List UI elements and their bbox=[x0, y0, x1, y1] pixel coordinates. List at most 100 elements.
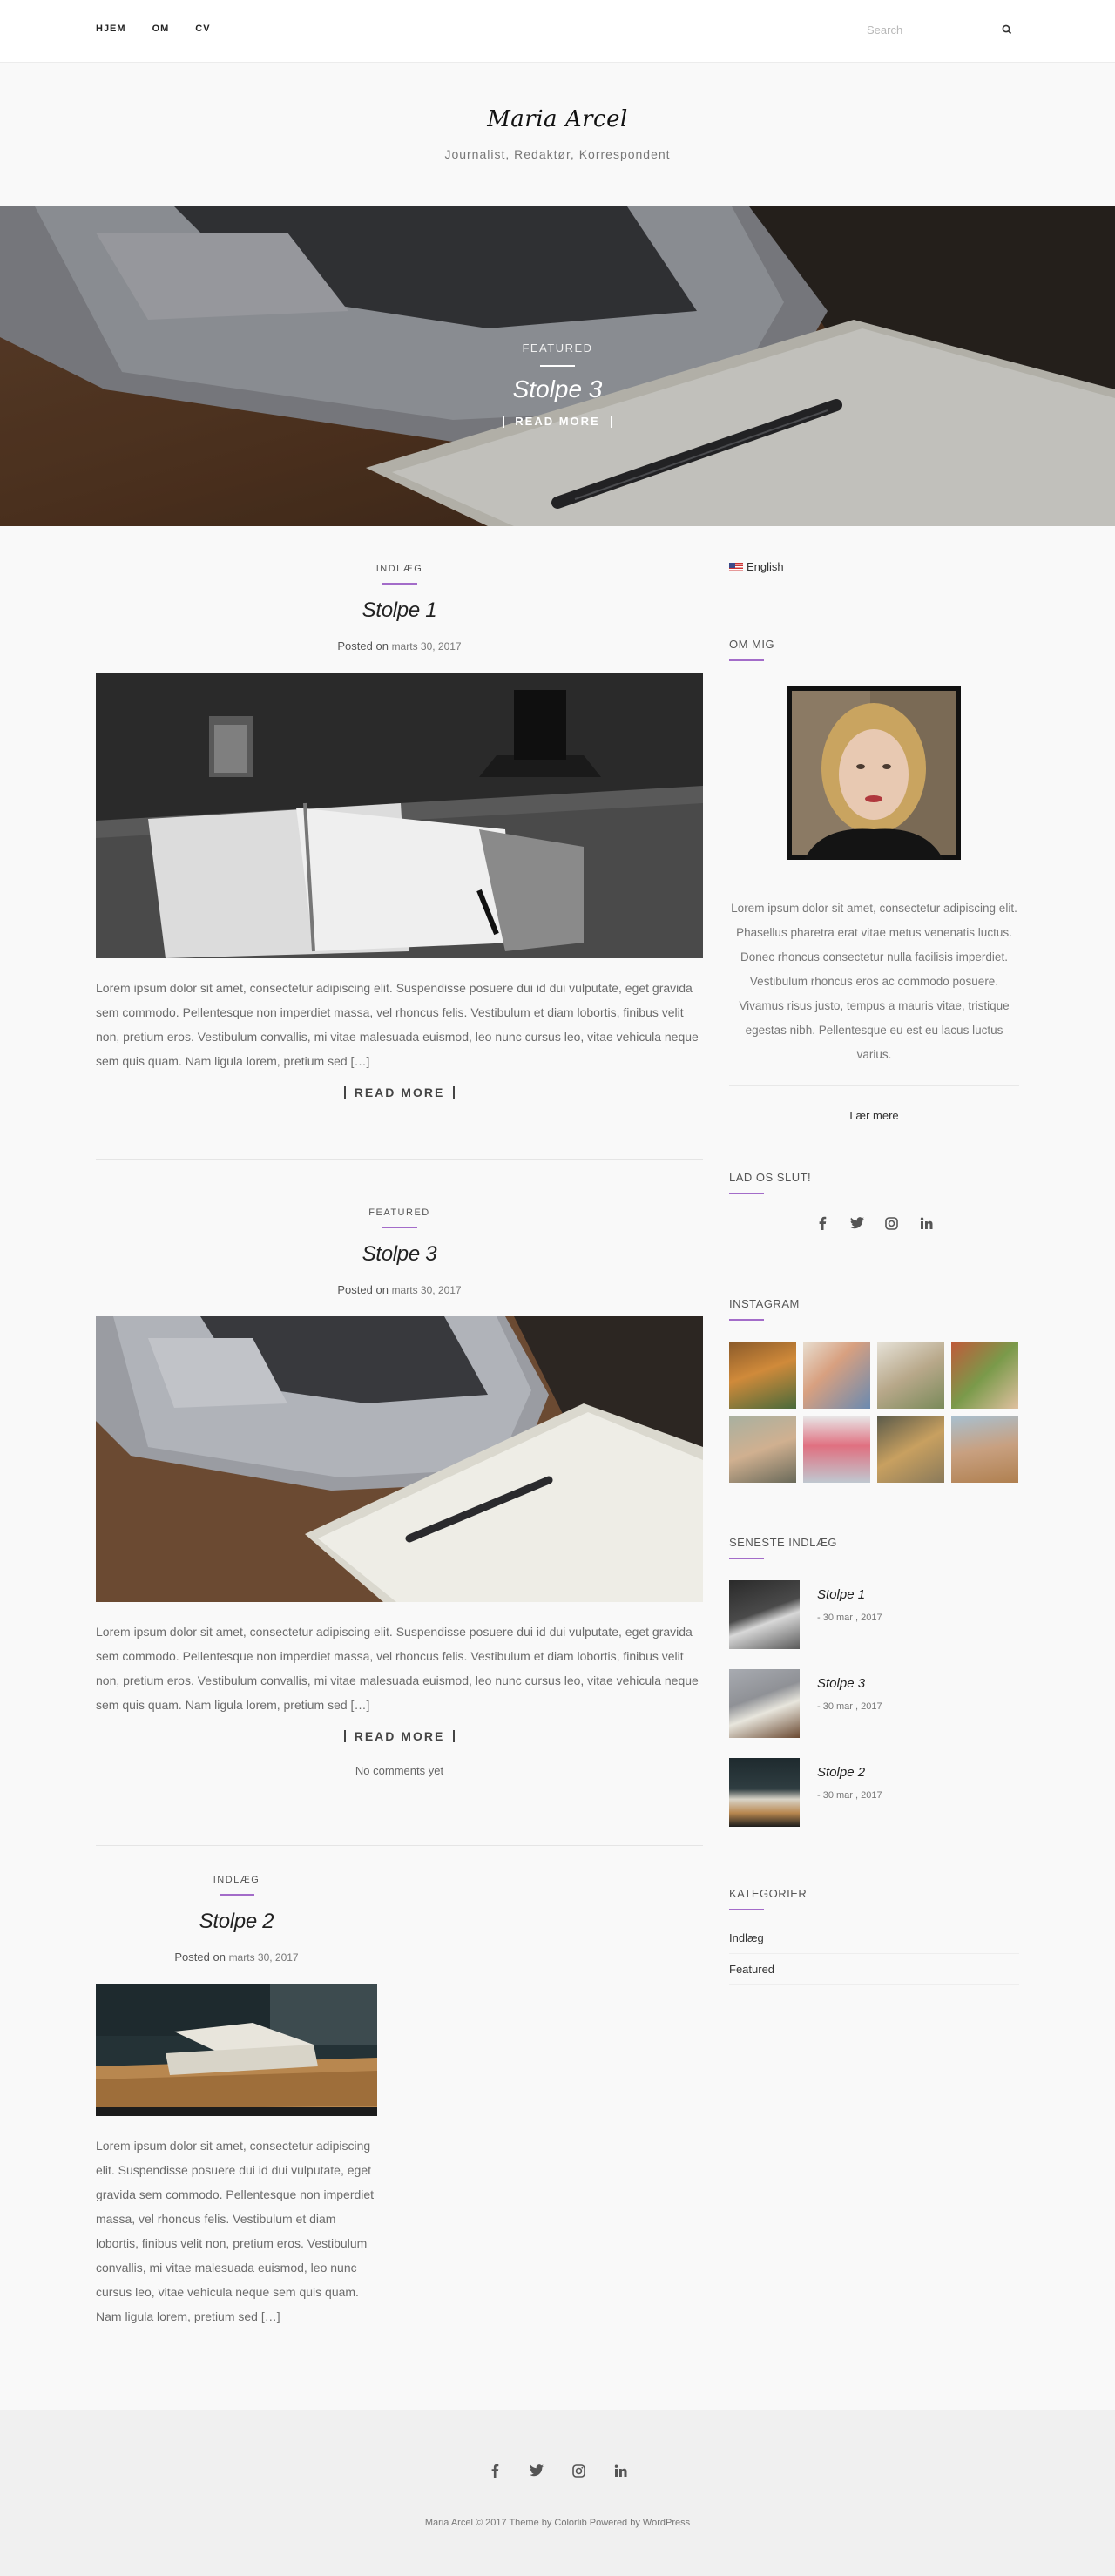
nav-item-hjem[interactable]: HJEM bbox=[96, 24, 126, 34]
post-article: INDLÆG Stolpe 1 Posted on marts 30, 2017… bbox=[96, 564, 703, 1101]
about-widget: OM MIG bbox=[729, 638, 1019, 661]
widget-underline bbox=[729, 659, 764, 661]
search-icon[interactable] bbox=[1001, 24, 1013, 36]
recent-post-date: - 30 mar , 2017 bbox=[817, 1613, 882, 1623]
read-more-button[interactable]: READ MORE bbox=[343, 1086, 456, 1099]
post-thumbnail[interactable] bbox=[96, 673, 703, 958]
post-divider bbox=[96, 1845, 703, 1846]
site-footer: Maria Arcel © 2017 Theme by Colorlib Pow… bbox=[0, 2410, 1115, 2576]
post-excerpt: Lorem ipsum dolor sit amet, consectetur … bbox=[96, 981, 699, 1068]
post-title[interactable]: Stolpe 2 bbox=[96, 1910, 377, 1934]
instagram-photo[interactable] bbox=[729, 1342, 796, 1409]
linkedin-icon[interactable] bbox=[612, 2463, 628, 2478]
recent-posts-widget: SENESTE INDLÆG Stolpe 1 - 30 mar , 2017 S… bbox=[729, 1536, 1019, 1847]
hero-read-more-button[interactable]: READ MORE bbox=[503, 416, 612, 428]
recent-post-title[interactable]: Stolpe 3 bbox=[817, 1676, 882, 1691]
search-form bbox=[867, 19, 1015, 40]
posted-on-label: Posted on bbox=[337, 1283, 389, 1296]
us-flag-icon bbox=[729, 562, 743, 571]
post-meta: Posted on marts 30, 2017 bbox=[96, 1951, 377, 1964]
widget-title: KATEGORIER bbox=[729, 1887, 808, 1900]
categories-widget: KATEGORIER Indlæg Featured bbox=[729, 1887, 1019, 1985]
hero-divider bbox=[540, 365, 575, 367]
post-category[interactable]: INDLÆG bbox=[96, 1875, 377, 1885]
footer-copyright: Maria Arcel © 2017 Theme by Colorlib Pow… bbox=[424, 2518, 691, 2528]
instagram-photo[interactable] bbox=[803, 1416, 870, 1483]
category-underline bbox=[382, 583, 417, 585]
read-more-button[interactable]: READ MORE bbox=[343, 1730, 456, 1742]
learn-more-link[interactable]: Lær mere bbox=[729, 1109, 1019, 1122]
twitter-icon[interactable] bbox=[849, 1215, 865, 1231]
post-excerpt: Lorem ipsum dolor sit amet, consectetur … bbox=[96, 1625, 699, 1712]
post-date[interactable]: marts 30, 2017 bbox=[229, 1951, 299, 1964]
nav-item-om[interactable]: OM bbox=[152, 24, 170, 34]
comments-count[interactable]: No comments yet bbox=[96, 1764, 703, 1777]
recent-post-date: - 30 mar , 2017 bbox=[817, 1790, 882, 1801]
post-article: INDLÆG Stolpe 2 Posted on marts 30, 2017… bbox=[96, 1875, 377, 2329]
widget-title: INSTAGRAM bbox=[729, 1297, 800, 1310]
post-excerpt: Lorem ipsum dolor sit amet, consectetur … bbox=[96, 2139, 375, 2323]
post-title[interactable]: Stolpe 3 bbox=[96, 1242, 703, 1267]
language-option-english[interactable]: English bbox=[747, 560, 784, 573]
language-switcher: English bbox=[729, 560, 1019, 573]
recent-post-item[interactable]: Stolpe 1 - 30 mar , 2017 bbox=[729, 1580, 1019, 1649]
post-category[interactable]: FEATURED bbox=[96, 1207, 703, 1218]
instagram-photo[interactable] bbox=[877, 1416, 944, 1483]
widget-underline bbox=[729, 1909, 764, 1910]
twitter-icon[interactable] bbox=[529, 2463, 544, 2478]
instagram-widget: INSTAGRAM bbox=[729, 1297, 1019, 1483]
instagram-icon[interactable] bbox=[884, 1215, 900, 1231]
recent-post-thumbnail[interactable] bbox=[729, 1669, 800, 1738]
widget-title: OM MIG bbox=[729, 638, 775, 651]
post-thumbnail[interactable] bbox=[96, 1316, 703, 1602]
site-header: Maria Arcel Journalist, Redaktør, Korres… bbox=[0, 63, 1115, 206]
instagram-icon[interactable] bbox=[571, 2463, 586, 2478]
category-link-indlaeg[interactable]: Indlæg bbox=[729, 1923, 1019, 1954]
linkedin-icon[interactable] bbox=[919, 1215, 935, 1231]
hero-caption: FEATURED Stolpe 3 READ MORE bbox=[0, 341, 1115, 429]
avatar bbox=[787, 686, 961, 860]
post-date[interactable]: marts 30, 2017 bbox=[392, 1284, 462, 1296]
hero-title[interactable]: Stolpe 3 bbox=[0, 375, 1115, 403]
widget-underline bbox=[729, 1558, 764, 1559]
post-article: FEATURED Stolpe 3 Posted on marts 30, 20… bbox=[96, 1207, 703, 1777]
nav-item-cv[interactable]: CV bbox=[195, 24, 210, 34]
search-input[interactable] bbox=[867, 19, 989, 40]
recent-post-date: - 30 mar , 2017 bbox=[817, 1701, 882, 1712]
instagram-photo[interactable] bbox=[951, 1342, 1018, 1409]
post-title[interactable]: Stolpe 1 bbox=[96, 598, 703, 623]
post-thumbnail[interactable] bbox=[96, 1984, 377, 2116]
recent-post-item[interactable]: Stolpe 2 - 30 mar , 2017 bbox=[729, 1758, 1019, 1827]
widget-underline bbox=[729, 1319, 764, 1321]
recent-post-thumbnail[interactable] bbox=[729, 1580, 800, 1649]
recent-post-thumbnail[interactable] bbox=[729, 1758, 800, 1827]
social-widget: LAD OS SLUT! bbox=[729, 1171, 1019, 1231]
facebook-icon[interactable] bbox=[814, 1215, 830, 1231]
instagram-photo[interactable] bbox=[729, 1416, 796, 1483]
post-category[interactable]: INDLÆG bbox=[96, 564, 703, 574]
instagram-photo[interactable] bbox=[803, 1342, 870, 1409]
post-divider bbox=[96, 1159, 703, 1160]
widget-underline bbox=[729, 1193, 764, 1194]
post-meta: Posted on marts 30, 2017 bbox=[96, 639, 703, 652]
widget-title: SENESTE INDLÆG bbox=[729, 1536, 838, 1549]
main-menu: HJEM OM CV bbox=[96, 24, 237, 34]
post-date[interactable]: marts 30, 2017 bbox=[392, 640, 462, 652]
recent-post-item[interactable]: Stolpe 3 - 30 mar , 2017 bbox=[729, 1669, 1019, 1738]
instagram-photo[interactable] bbox=[951, 1416, 1018, 1483]
site-tagline: Journalist, Redaktør, Korrespondent bbox=[444, 147, 671, 161]
category-link-featured[interactable]: Featured bbox=[729, 1954, 1019, 1985]
top-navbar: HJEM OM CV bbox=[0, 0, 1115, 63]
featured-hero-slide[interactable]: FEATURED Stolpe 3 READ MORE bbox=[0, 206, 1115, 526]
posted-on-label: Posted on bbox=[174, 1951, 226, 1964]
widget-title: LAD OS SLUT! bbox=[729, 1171, 812, 1184]
category-underline bbox=[219, 1894, 254, 1896]
post-meta: Posted on marts 30, 2017 bbox=[96, 1283, 703, 1296]
instagram-photo[interactable] bbox=[877, 1342, 944, 1409]
recent-post-title[interactable]: Stolpe 1 bbox=[817, 1587, 882, 1602]
recent-post-title[interactable]: Stolpe 2 bbox=[817, 1765, 882, 1780]
site-title[interactable]: Maria Arcel bbox=[0, 106, 1115, 132]
about-text: Lorem ipsum dolor sit amet, consectetur … bbox=[731, 902, 1017, 1061]
facebook-icon[interactable] bbox=[487, 2463, 503, 2478]
hero-category[interactable]: FEATURED bbox=[0, 341, 1115, 355]
